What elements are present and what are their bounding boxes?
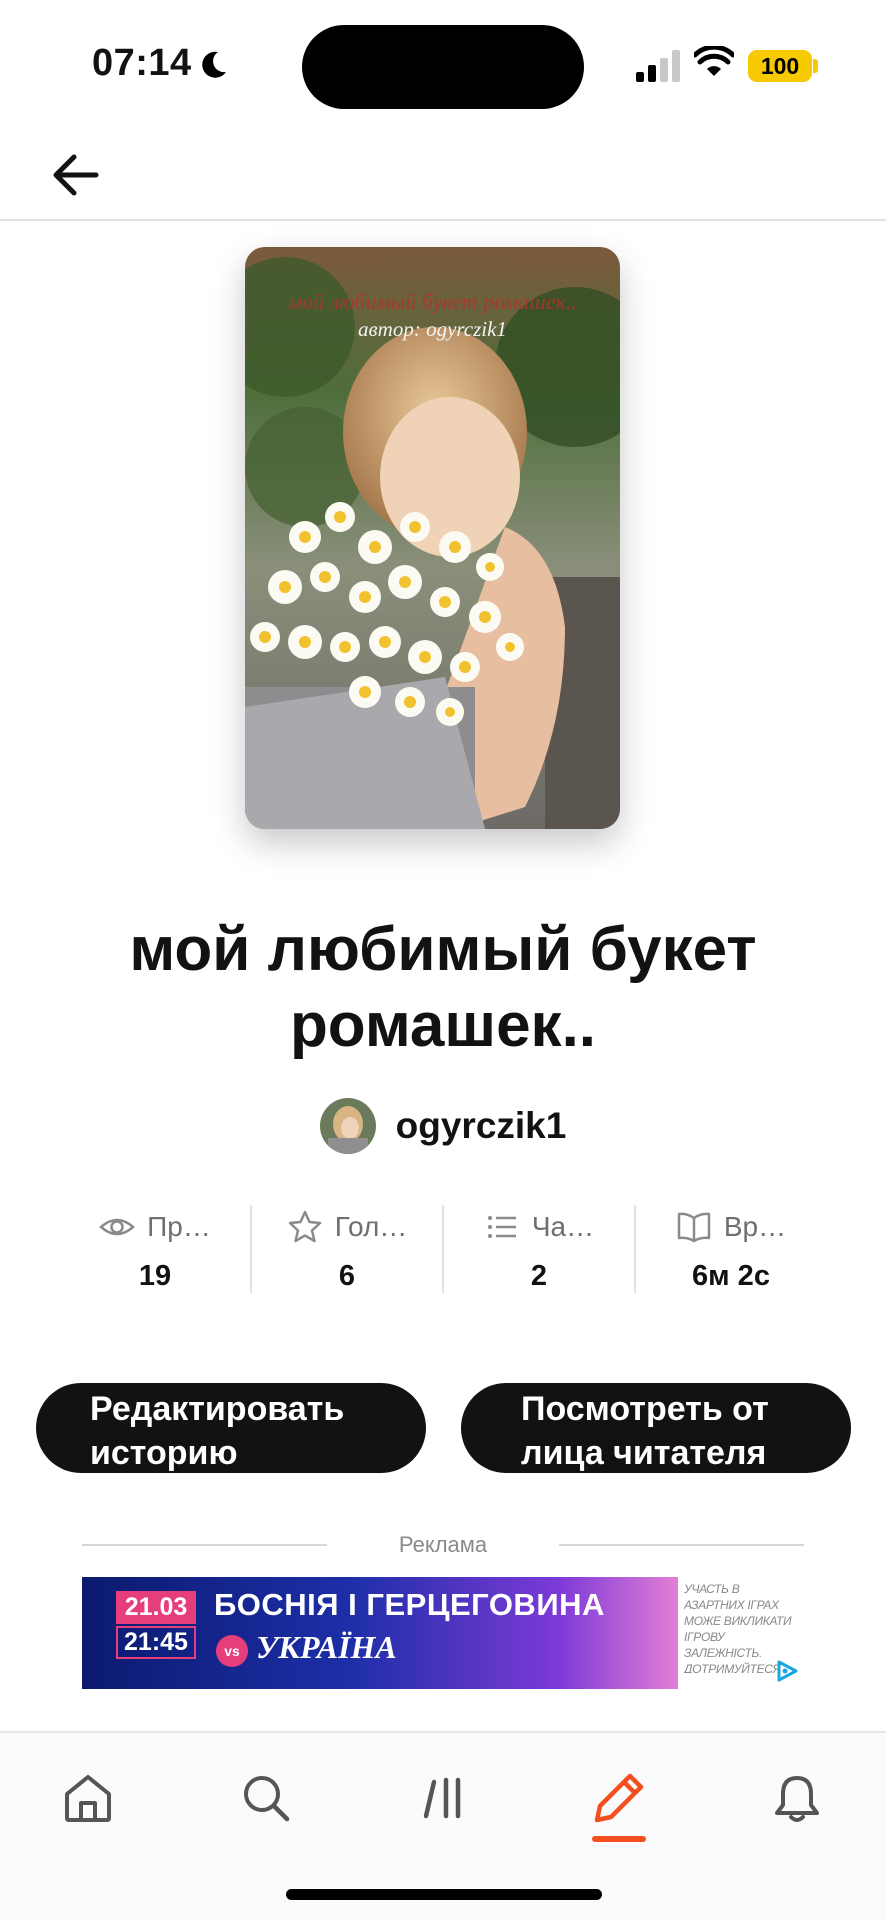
- home-indicator: [286, 1889, 602, 1900]
- ad-fine-print: [88, 1673, 672, 1685]
- stat-parts: Ча… 2: [444, 1205, 636, 1293]
- story-title: мой любимый букет ромашек..: [129, 915, 757, 1060]
- divider: [559, 1544, 804, 1546]
- author-name[interactable]: ogyrczik1: [396, 1105, 567, 1147]
- arrow-left-icon: [53, 154, 99, 196]
- back-button[interactable]: [40, 140, 110, 210]
- battery-nub: [813, 59, 818, 73]
- ad-time: 21:45: [116, 1626, 196, 1659]
- stat-label: Ча…: [531, 1210, 595, 1242]
- active-tab-indicator: [592, 1836, 646, 1842]
- stat-value: 2: [530, 1260, 548, 1292]
- tab-home[interactable]: [53, 1763, 123, 1833]
- stat-votes: Гол… 6: [252, 1205, 444, 1293]
- cover-title-text: мой любимый букет ромашек..: [288, 289, 577, 314]
- avatar: [319, 1098, 376, 1154]
- wifi-icon: [694, 46, 734, 76]
- story-cover[interactable]: мой любимый букет ромашек.. автор: ogyrc…: [245, 247, 620, 829]
- library-icon: [423, 1777, 461, 1819]
- star-icon: [288, 1210, 321, 1242]
- signal-icon: [636, 50, 680, 82]
- search-icon: [244, 1776, 290, 1822]
- stat-label: Вр…: [723, 1210, 787, 1242]
- list-icon: [487, 1215, 516, 1238]
- divider: [82, 1544, 327, 1546]
- ad-vs-badge: vs: [216, 1635, 248, 1667]
- stat-reads: Пр… 19: [60, 1205, 252, 1293]
- ad-label-row: Реклама: [82, 1530, 804, 1560]
- moon-icon: [202, 51, 226, 78]
- stat-value: 6: [338, 1260, 356, 1292]
- stat-label: Гол…: [334, 1210, 408, 1242]
- edit-story-button[interactable]: Редактировать историю: [36, 1383, 426, 1473]
- cover-author-text: автор: ogyrczik1: [358, 317, 507, 341]
- ad-label: Реклама: [398, 1532, 488, 1557]
- battery-icon: 100: [748, 50, 812, 82]
- ad-side-panel: УЧАСТЬ В АЗАРТНИХ ІГРАХ МОЖЕ ВИКЛИКАТИ І…: [680, 1577, 804, 1689]
- stat-value: 6м 2с: [692, 1260, 770, 1292]
- eye-icon: [99, 1218, 136, 1235]
- tab-notifications[interactable]: [762, 1763, 832, 1833]
- stat-time: Вр… 6м 2с: [636, 1205, 826, 1293]
- pencil-icon: [594, 1773, 644, 1823]
- stat-label: Пр…: [147, 1210, 211, 1242]
- stat-value: 19: [138, 1260, 172, 1292]
- ad-headline: БОСНІЯ І ГЕРЦЕГОВИНА: [214, 1587, 605, 1622]
- dynamic-island: [302, 25, 584, 109]
- ad-date-box: 21.03 21:45: [116, 1591, 196, 1661]
- book-open-icon: [677, 1212, 711, 1242]
- ad-choices-icon[interactable]: [774, 1659, 800, 1683]
- story-stats: Пр… 19 Гол… 6 Ча… 2 Вр… 6м 2с: [60, 1205, 826, 1293]
- status-time: 07:14: [92, 42, 192, 84]
- ad-main: 21.03 21:45 БОСНІЯ І ГЕРЦЕГОВИНА vs УКРА…: [82, 1577, 678, 1689]
- tab-library[interactable]: [409, 1763, 479, 1833]
- top-nav: [0, 130, 886, 221]
- home-icon: [65, 1775, 111, 1822]
- ad-team: УКРАЇНА: [256, 1629, 397, 1665]
- ad-banner[interactable]: 21.03 21:45 БОСНІЯ І ГЕРЦЕГОВИНА vs УКРА…: [82, 1577, 804, 1689]
- tab-write[interactable]: [584, 1763, 654, 1833]
- tab-search[interactable]: [231, 1763, 301, 1833]
- ad-date: 21.03: [116, 1591, 196, 1624]
- bell-icon: [775, 1776, 819, 1822]
- author-row[interactable]: ogyrczik1: [0, 1098, 886, 1154]
- view-as-reader-button[interactable]: Посмотреть от лица читателя: [461, 1383, 851, 1473]
- status-bar: 07:14 100: [0, 0, 886, 130]
